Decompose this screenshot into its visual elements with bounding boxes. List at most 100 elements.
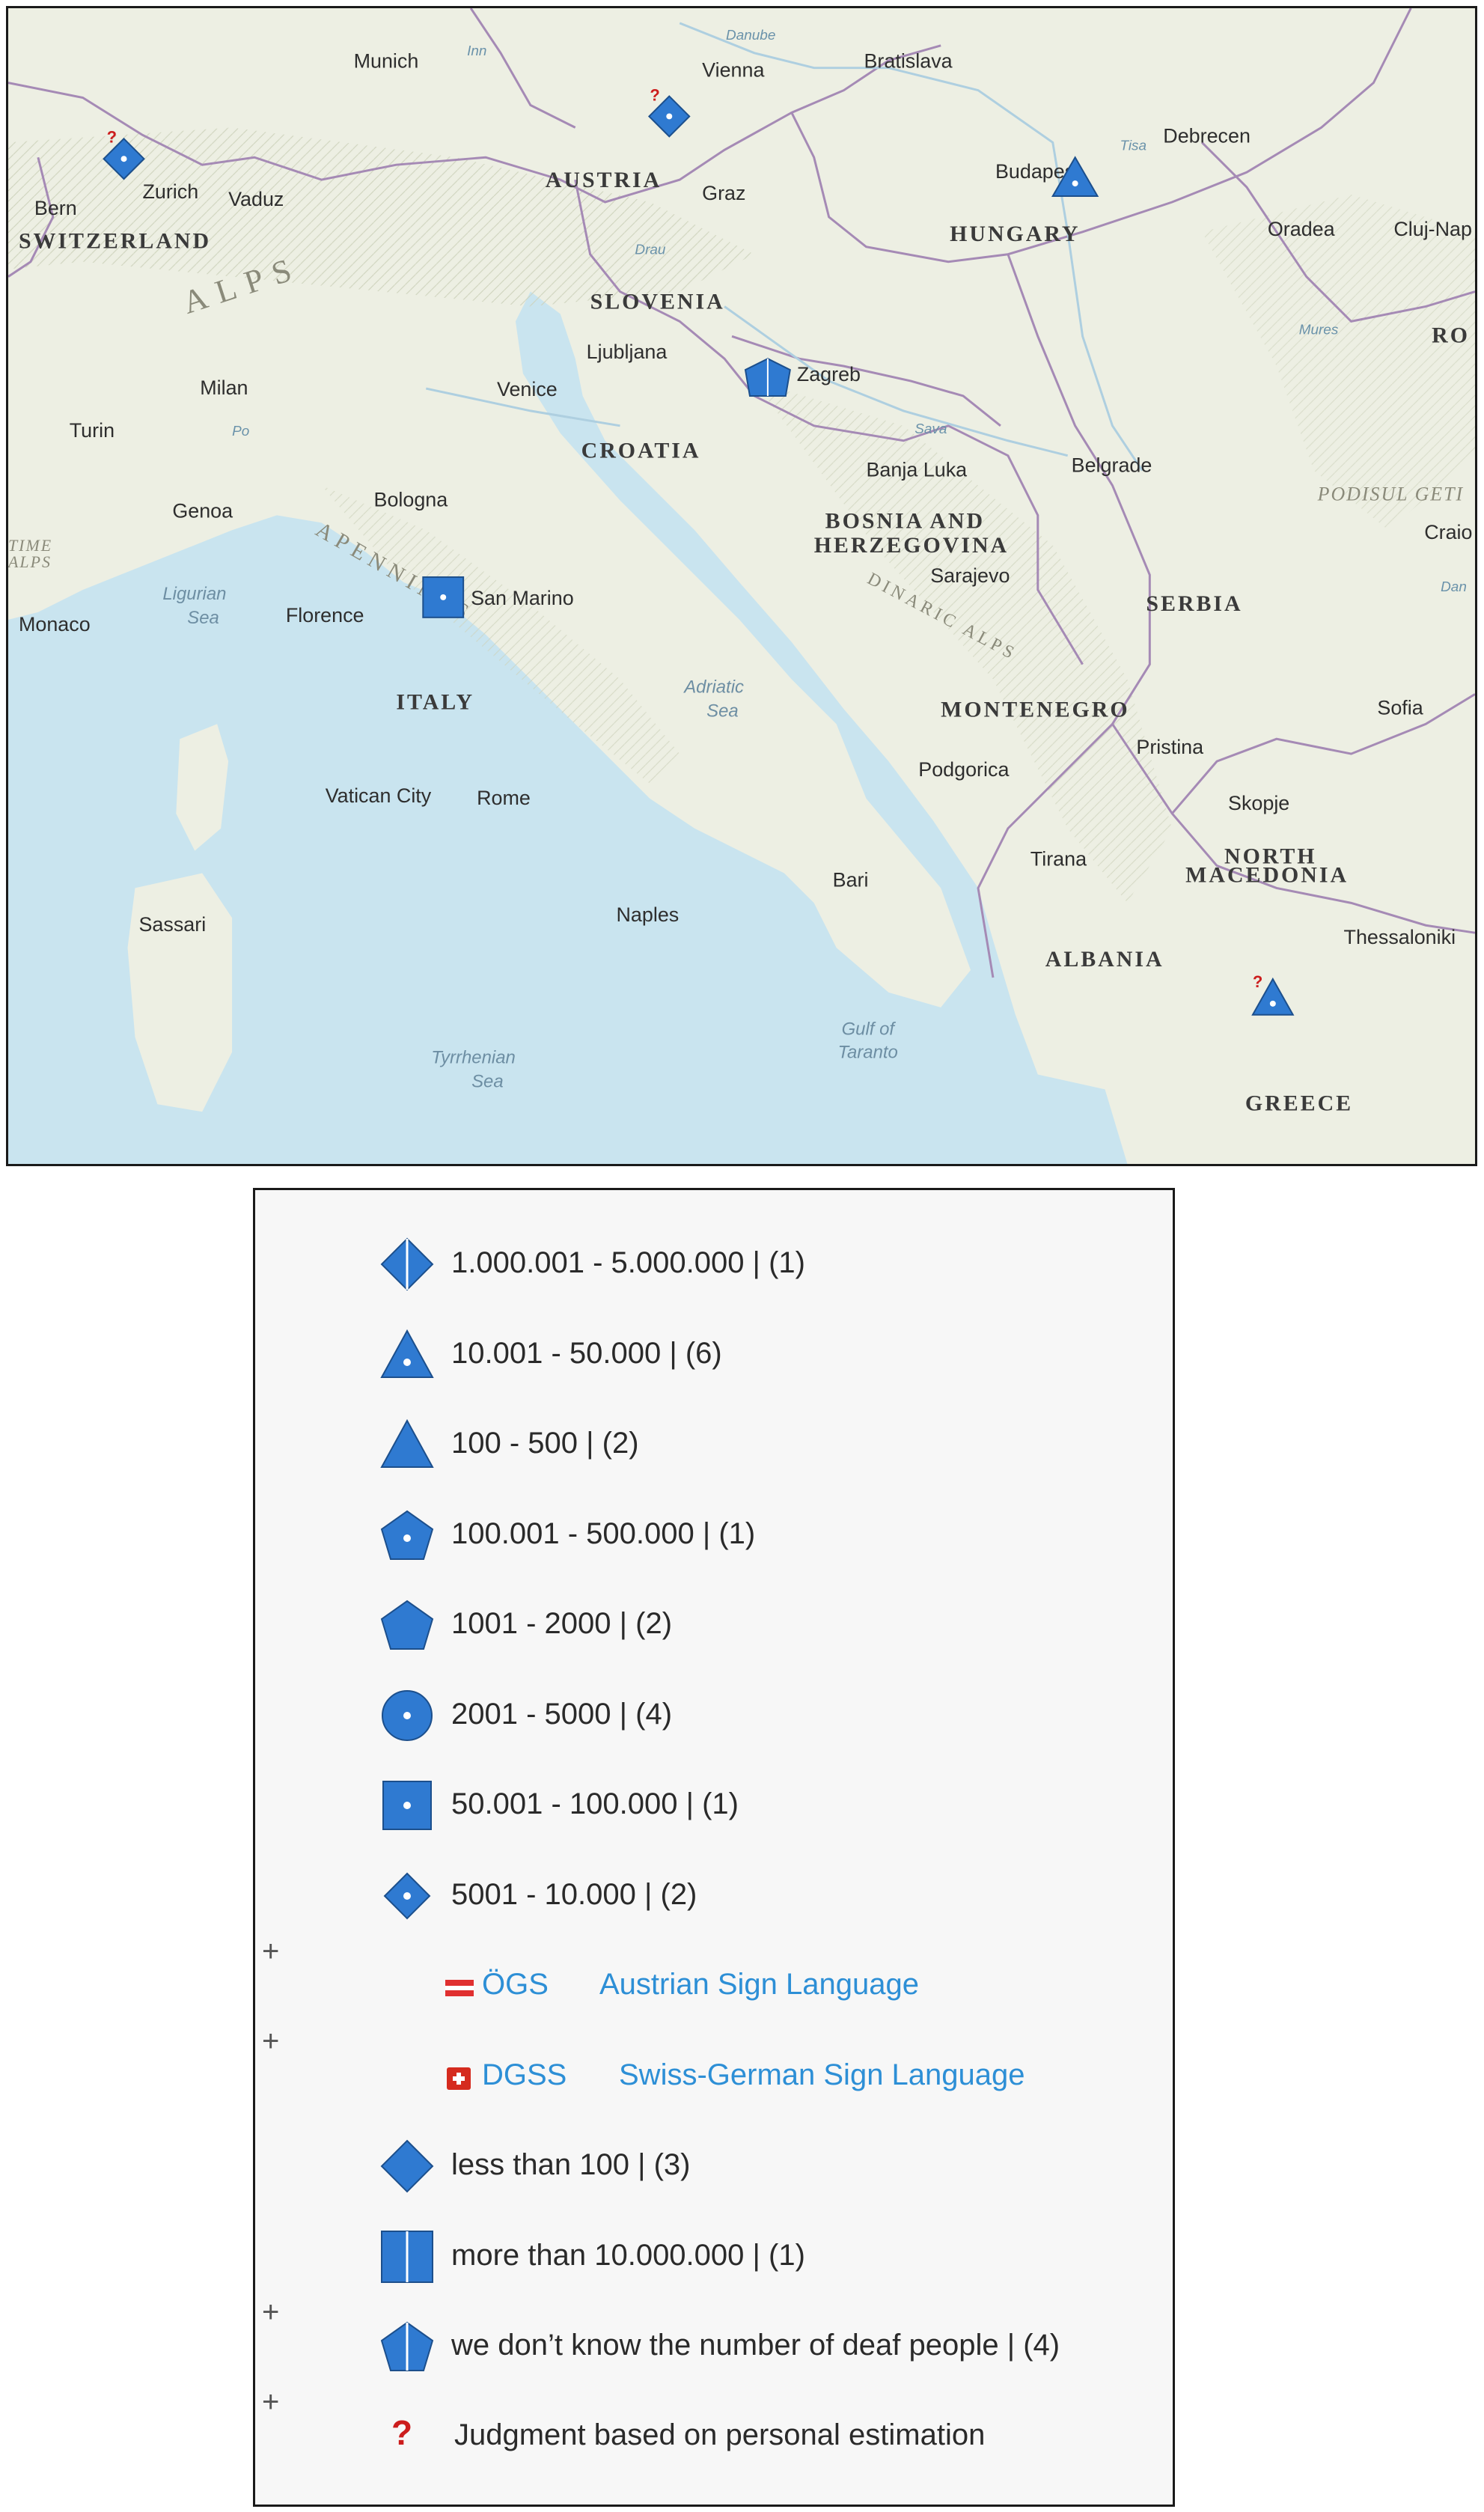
svg-text:Sea: Sea [187,608,219,628]
svg-text:Tyrrhenian: Tyrrhenian [431,1048,516,1068]
svg-text:Zagreb: Zagreb [797,363,861,385]
svg-text:Craio: Craio [1424,521,1472,543]
triangle-icon [380,1418,434,1468]
square-dot-icon [382,1781,432,1830]
legend-item: 1.000.001 - 5.000.000 | (1) [255,1236,1173,1296]
svg-text:Adriatic: Adriatic [683,677,744,697]
svg-text:San Marino: San Marino [471,587,574,609]
square-split-icon [381,2231,433,2283]
svg-text:Milan: Milan [200,377,248,399]
swiss-flag-icon [447,2067,471,2090]
svg-text:Sea: Sea [706,701,739,721]
legend-label: 1001 - 2000 | (2) [451,1607,673,1640]
legend-label: more than 10.000.000 | (1) [451,2239,805,2272]
corsica [176,724,229,851]
legend-item: 100 - 500 | (2) [255,1416,1173,1476]
svg-text:Taranto: Taranto [838,1043,898,1063]
svg-text:Vienna: Vienna [702,59,764,82]
svg-text:Sofia: Sofia [1377,696,1423,719]
svg-text:Sava: Sava [914,421,947,437]
svg-text:Ligurian: Ligurian [162,584,226,604]
svg-text:Thessaloniki: Thessaloniki [1344,926,1456,948]
svg-text:SWITZERLAND: SWITZERLAND [19,229,211,254]
svg-text:HERZEGOVINA: HERZEGOVINA [814,533,1009,558]
svg-text:MONTENEGRO: MONTENEGRO [941,697,1129,722]
svg-text:Banja Luka: Banja Luka [866,459,967,481]
svg-text:Naples: Naples [617,903,680,926]
legend-item: 1001 - 2000 | (2) [255,1597,1173,1656]
map-legend: 1.000.001 - 5.000.000 | (1) 10.001 - 50.… [253,1188,1175,2507]
language-code[interactable]: DGSS [482,2058,567,2092]
svg-text:Tisa: Tisa [1120,138,1146,153]
legend-label: we don’t know the number of deaf people … [451,2329,1060,2362]
diamond-icon [380,2139,434,2193]
svg-text:Tirana: Tirana [1030,848,1087,871]
legend-sub-item-ogs[interactable]: ÖGS Austrian Sign Language [255,1957,1173,2017]
diamond-split-icon [380,1237,434,1291]
sardinia [127,873,233,1112]
svg-text:ALPS: ALPS [8,552,52,571]
svg-text:Danube: Danube [726,28,775,43]
svg-text:SLOVENIA: SLOVENIA [590,289,725,314]
legend-item: 10.001 - 50.000 | (6) [255,1326,1173,1386]
svg-text:Mures: Mures [1299,322,1339,338]
map-view[interactable]: Munich Vienna Bratislava Bern Zurich Vad… [6,6,1477,1166]
legend-item: we don’t know the number of deaf people … [255,2318,1173,2378]
pentagon-split-icon [380,2321,434,2371]
legend-sub-item-dgss[interactable]: DGSS Swiss-German Sign Language [255,2048,1173,2108]
svg-text:Rome: Rome [477,787,531,809]
language-name[interactable]: Austrian Sign Language [599,1968,919,2002]
svg-text:?: ? [1253,972,1262,991]
legend-item: more than 10.000.000 | (1) [255,2228,1173,2288]
triangle-dot-icon [380,1329,434,1378]
svg-text:Turin: Turin [70,419,114,442]
legend-label: 2001 - 5000 | (4) [451,1698,673,1731]
map-marker-san-marino[interactable] [422,576,465,618]
legend-item: 5001 - 10.000 | (2) [255,1868,1173,1927]
svg-text:Bratislava: Bratislava [864,50,952,73]
svg-text:Podgorica: Podgorica [918,758,1009,781]
pentagon-icon [380,1600,434,1650]
svg-text:ITALY: ITALY [396,689,474,714]
svg-text:Sea: Sea [471,1071,504,1091]
svg-text:RO: RO [1432,323,1470,347]
language-name[interactable]: Swiss-German Sign Language [619,2058,1025,2092]
legend-label: 100 - 500 | (2) [451,1427,639,1460]
svg-text:Pristina: Pristina [1136,736,1203,758]
svg-text:Gulf of: Gulf of [842,1019,897,1040]
svg-text:Zurich: Zurich [142,180,198,203]
language-code[interactable]: ÖGS [482,1968,549,2002]
austria-flag-icon [445,1980,474,1996]
map-canvas: Munich Vienna Bratislava Bern Zurich Vad… [8,8,1475,1164]
svg-text:?: ? [107,127,117,146]
svg-text:Skopje: Skopje [1228,792,1289,814]
pentagon-dot-icon [380,1510,434,1560]
svg-text:SERBIA: SERBIA [1146,591,1242,616]
svg-text:Bari: Bari [833,868,869,891]
legend-label: 5001 - 10.000 | (2) [451,1878,697,1911]
legend-item-estimation: ? Judgment based on personal estimation [255,2408,1173,2468]
svg-text:Graz: Graz [702,182,745,204]
svg-text:BOSNIA AND: BOSNIA AND [825,508,985,533]
svg-text:Dan: Dan [1441,579,1467,595]
svg-text:Belgrade: Belgrade [1072,454,1152,477]
legend-label: 10.001 - 50.000 | (6) [451,1337,722,1370]
svg-text:Po: Po [232,424,249,439]
svg-text:Sassari: Sassari [138,913,206,936]
svg-text:Vaduz: Vaduz [228,188,284,210]
svg-text:Oradea: Oradea [1268,218,1335,240]
diamond-dot-icon [383,1872,431,1920]
svg-text:?: ? [650,86,659,105]
legend-label: 1.000.001 - 5.000.000 | (1) [451,1246,805,1279]
legend-label: Judgment based on personal estimation [454,2418,986,2451]
svg-text:TIME: TIME [8,536,52,555]
svg-text:Ljubljana: Ljubljana [587,341,668,363]
svg-text:Genoa: Genoa [172,499,233,522]
legend-item: 50.001 - 100.000 | (1) [255,1777,1173,1837]
svg-text:Monaco: Monaco [19,613,91,635]
question-icon: ? [391,2413,413,2452]
svg-text:Vatican City: Vatican City [326,784,432,807]
legend-item: 2001 - 5000 | (4) [255,1687,1173,1747]
svg-text:Debrecen: Debrecen [1163,124,1251,147]
svg-text:Florence: Florence [286,604,364,627]
